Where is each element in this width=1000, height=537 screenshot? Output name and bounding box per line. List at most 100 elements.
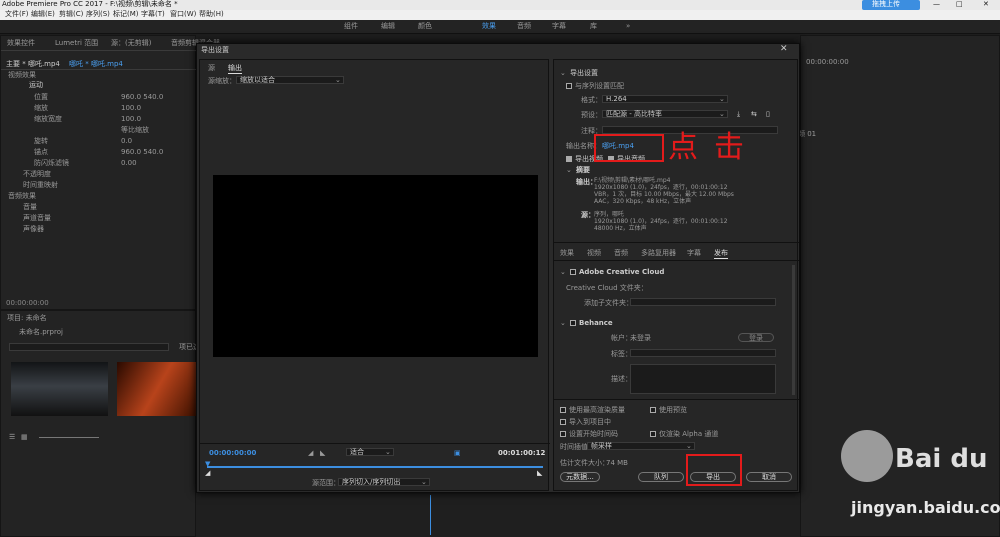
channel-volume-label[interactable]: 声道音量 [23,214,51,223]
project-tab[interactable]: 项目: 未命名 [7,314,47,323]
cancel-button[interactable]: 取消 [746,472,792,482]
ws-libraries[interactable]: 库 [590,22,597,31]
chevron-down-icon[interactable]: ⌄ [560,69,566,78]
tab-source[interactable]: 源：(无剪辑) [111,39,151,48]
prop-flicker-value[interactable]: 0.00 [121,159,137,168]
playhead[interactable] [430,495,431,535]
source-range-select[interactable]: 序列切入/序列切出 ⌄ [338,478,430,486]
menu-clip[interactable]: 剪辑(C) [59,10,83,19]
tab-captions[interactable]: 字幕 [687,249,701,258]
max-render-label: 使用最高渲染质量 [569,406,625,414]
tab-video[interactable]: 视频 [587,249,601,258]
time-remap-label[interactable]: 时间重映射 [23,181,58,190]
prop-rotation-value[interactable]: 0.0 [121,137,132,146]
ws-color[interactable]: 颜色 [418,22,432,31]
prop-scale-width-value[interactable]: 100.0 [121,115,141,124]
ws-assembly[interactable]: 组件 [344,22,358,31]
ws-effects[interactable]: 效果 [482,22,496,31]
tab-multiplexer[interactable]: 多路复用器 [641,249,676,258]
project-search-input[interactable] [9,343,169,351]
close-icon[interactable]: ✕ [983,0,989,9]
description-input[interactable] [630,364,776,394]
ws-titles[interactable]: 字幕 [552,22,566,31]
icon-view-icon[interactable]: ▦ [21,433,28,442]
clip-thumbnail[interactable] [11,362,108,416]
timecode-end: 00:01:00:12 [498,449,546,457]
menu-edit[interactable]: 编辑(E) [31,10,55,19]
import-preset-icon[interactable]: ⇆ [751,110,757,119]
out-point-icon[interactable]: ◣ [537,469,542,478]
use-previews-checkbox[interactable] [650,407,656,413]
settings-scrollbar[interactable] [792,265,795,395]
dialog-close-icon[interactable]: ✕ [780,45,788,54]
summary-output-line-4: AAC，320 Kbps，48 kHz，立体声 [594,198,692,205]
tags-input[interactable] [630,349,776,357]
zoom-slider[interactable] [39,437,99,438]
timecode-start[interactable]: 00:00:00:00 [209,449,256,458]
playhead-icon[interactable]: ▼ [205,460,210,469]
format-select[interactable]: H.264 ⌄ [602,95,728,103]
export-button-highlight [686,454,742,486]
chevron-down-icon: ⌄ [335,76,341,84]
cc-subfolder-input[interactable] [630,298,776,306]
sequence-thumbnail[interactable] [117,362,197,416]
queue-button[interactable]: 队列 [638,472,684,482]
motion-label[interactable]: 运动 [29,81,43,90]
in-point-icon[interactable]: ◢ [205,469,210,478]
tab-source-preview[interactable]: 源 [208,64,215,73]
metadata-button[interactable]: 元数据... [560,472,600,482]
ws-more-icon[interactable]: » [626,22,630,31]
tab-effects[interactable]: 效果 [560,249,574,258]
import-project-checkbox[interactable] [560,419,566,425]
export-video-checkbox[interactable] [566,156,572,162]
minimize-icon[interactable]: — [933,0,940,9]
menu-file[interactable]: 文件(F) [5,10,29,19]
prop-position-value[interactable]: 960.0 540.0 [121,93,163,102]
save-preset-icon[interactable]: ⤓ [737,110,740,119]
timeline-scrubber[interactable] [207,466,543,468]
list-view-icon[interactable]: ☰ [9,433,15,442]
tab-lumetri[interactable]: Lumetri 范围 [55,39,98,48]
ws-editing[interactable]: 编辑 [381,22,395,31]
tab-output-preview[interactable]: 输出 [228,64,242,74]
clip-label[interactable]: 哪吒 * 哪吒.mp4 [69,60,123,69]
menu-help[interactable]: 帮助(H) [199,10,224,19]
chevron-down-icon[interactable]: ⌄ [560,268,566,277]
behance-checkbox[interactable] [570,320,576,326]
menu-sequence[interactable]: 序列(S) [86,10,110,19]
mark-out-icon[interactable]: ◣ [320,449,325,458]
source-scale-select[interactable]: 缩放以适合 ⌄ [236,76,344,84]
preset-select[interactable]: 匹配源 - 高比特率 ⌄ [602,110,728,118]
upload-button[interactable]: 拖拽上传 [862,0,920,10]
interpolation-select[interactable]: 帧采样 ⌄ [587,442,695,450]
chevron-down-icon[interactable]: ⌄ [560,319,566,328]
prop-scale-value[interactable]: 100.0 [121,104,141,113]
tab-audio[interactable]: 音频 [614,249,628,258]
volume-label[interactable]: 音量 [23,203,37,212]
max-render-checkbox[interactable] [560,407,566,413]
match-sequence-label: 与序列设置匹配 [575,82,624,90]
panner-label[interactable]: 声像器 [23,225,44,234]
aspect-icon[interactable]: ▣ [454,449,461,458]
alpha-only-checkbox[interactable] [650,431,656,437]
delete-preset-icon[interactable]: ▯ [766,110,770,119]
match-sequence-checkbox[interactable] [566,83,572,89]
tab-effect-controls[interactable]: 效果控件 [7,39,35,48]
menu-window[interactable]: 窗口(W) [170,10,196,19]
maximize-icon[interactable]: □ [956,0,963,9]
menu-marker[interactable]: 标记(M) [113,10,139,19]
prop-scale-width: 缩放宽度 [34,115,62,123]
login-button[interactable]: 登录 [738,333,774,342]
prop-anchor-value[interactable]: 960.0 540.0 [121,148,163,157]
mark-in-icon[interactable]: ◢ [308,449,313,458]
menu-title[interactable]: 字幕(T) [141,10,165,19]
fit-select[interactable]: 适合 ⌄ [346,448,394,456]
ws-audio[interactable]: 音频 [517,22,531,31]
cc-checkbox[interactable] [570,269,576,275]
master-clip-label[interactable]: 主要 * 哪吒.mp4 [6,60,60,69]
chevron-down-icon[interactable]: ⌄ [566,166,572,175]
start-timecode-checkbox[interactable] [560,431,566,437]
tab-publish[interactable]: 发布 [714,249,728,259]
prop-uniform-scale[interactable]: 等比缩放 [121,126,149,135]
opacity-label[interactable]: 不透明度 [23,170,51,179]
